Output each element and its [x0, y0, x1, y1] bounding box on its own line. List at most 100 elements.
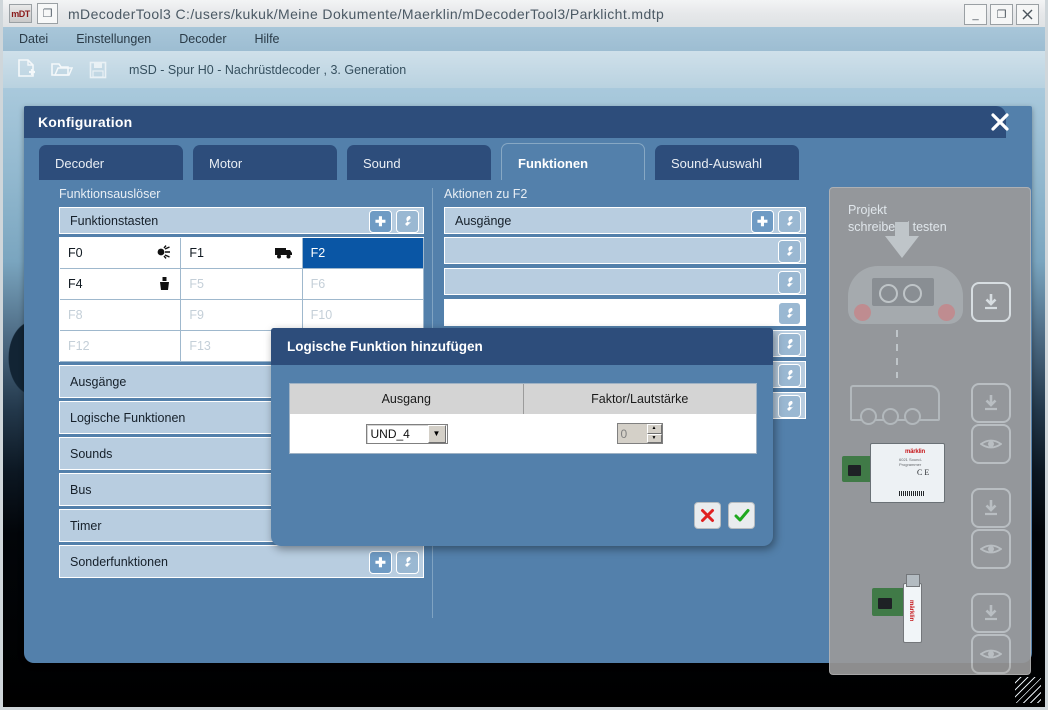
tab-bar: Decoder Motor Sound Funktionen Sound-Aus… [39, 143, 799, 182]
central-station-image [848, 266, 963, 324]
loco-wheel [860, 408, 877, 425]
usb-connector [906, 574, 920, 587]
function-key-label: F0 [68, 246, 83, 260]
title-bar: mDT ❐ mDecoderTool3 C:/users/kukuk/Meine… [3, 0, 1045, 28]
minimize-button[interactable]: _ [964, 4, 987, 25]
tab-label: Funktionen [518, 155, 589, 171]
menu-item-hilfe[interactable]: Hilfe [243, 29, 292, 49]
add-button[interactable]: ✚ [369, 551, 392, 574]
stepper-down-button[interactable]: ▼ [646, 433, 662, 443]
aktionen-row-3[interactable] [444, 268, 806, 295]
usb-brand: märklin [908, 600, 914, 622]
cs-button-left [854, 304, 871, 321]
new-file-button[interactable] [13, 57, 39, 83]
decoder-status-text: mSD - Spur H0 - Nachrüstdecoder , 3. Gen… [129, 62, 407, 77]
cancel-button[interactable] [694, 502, 721, 529]
app-logo-icon: mDT [9, 4, 32, 23]
locomotive-image [850, 385, 940, 425]
write-to-central-station-button[interactable] [971, 282, 1011, 322]
dialog-table: Ausgang Faktor/Lautstärke UND_4 ▼ 0 ▲ ▼ [289, 383, 757, 454]
function-key-label: F1 [189, 246, 204, 260]
download-icon [985, 605, 997, 621]
add-button[interactable]: ✚ [751, 210, 774, 233]
wrench-icon [405, 215, 413, 226]
configure-button[interactable] [778, 395, 801, 418]
check-icon [734, 509, 749, 522]
function-key-f2[interactable]: F2 [302, 238, 424, 269]
save-file-button[interactable] [85, 57, 111, 83]
app-logo-text: mDT [11, 8, 30, 19]
aktionen-row-ausgaenge[interactable]: Ausgänge ✚ [444, 207, 806, 234]
programmer-barcode [899, 491, 925, 496]
tab-decoder[interactable]: Decoder [39, 145, 183, 182]
function-key-label: F9 [189, 308, 204, 322]
ausgang-select[interactable]: UND_4 ▼ [365, 423, 448, 444]
write-to-usb-button[interactable] [971, 593, 1011, 633]
tab-label: Motor [209, 156, 243, 171]
configure-button[interactable] [396, 210, 419, 233]
resize-grip[interactable] [1015, 677, 1041, 703]
stepper-up-button[interactable]: ▲ [646, 424, 662, 434]
configure-button[interactable] [396, 551, 419, 574]
configure-button[interactable] [778, 240, 801, 263]
close-icon [1022, 9, 1033, 20]
new-file-icon [17, 59, 35, 77]
read-programmer-button[interactable] [971, 529, 1011, 569]
tab-label: Decoder [55, 156, 105, 171]
configure-button[interactable] [778, 302, 801, 325]
column-header-ausgang: Ausgang [290, 384, 524, 414]
read-locomotive-button[interactable] [971, 424, 1011, 464]
list-item-sonderfunktionen[interactable]: Sonderfunktionen ✚ [59, 545, 424, 578]
funktionstasten-row[interactable]: Funktionstasten ✚ [59, 207, 424, 234]
row-label: Ausgänge [455, 213, 512, 228]
write-to-programmer-button[interactable] [971, 488, 1011, 528]
restore-window-button[interactable]: ❐ [37, 3, 58, 24]
function-key-f9[interactable]: F9 [181, 300, 303, 331]
function-key-f6[interactable]: F6 [302, 269, 424, 300]
tab-sound-auswahl[interactable]: Sound-Auswahl [655, 145, 799, 182]
faktor-stepper[interactable]: 0 ▲ ▼ [616, 423, 663, 444]
function-key-f8[interactable]: F8 [60, 300, 182, 331]
maximize-button[interactable]: ❐ [990, 4, 1013, 25]
aktionen-row-2[interactable] [444, 237, 806, 264]
function-key-label: F13 [189, 339, 211, 353]
programmer-sub: 6021 Sound-Programmer [899, 457, 922, 467]
configure-button[interactable] [778, 364, 801, 387]
menu-item-decoder[interactable]: Decoder [167, 29, 238, 49]
download-icon [985, 500, 997, 516]
chevron-down-icon[interactable]: ▼ [427, 424, 446, 443]
configure-button[interactable] [778, 210, 801, 233]
close-button[interactable] [1016, 4, 1039, 25]
tab-label: Sound [363, 156, 401, 171]
desktop-background: Konfiguration Decoder Motor Sound Funkti… [3, 88, 1045, 707]
connection-dashline [896, 330, 898, 378]
function-key-f0[interactable]: F0 [60, 238, 182, 269]
tab-funktionen[interactable]: Funktionen [501, 143, 645, 182]
add-button[interactable]: ✚ [369, 210, 392, 233]
open-file-button[interactable] [49, 57, 75, 83]
tab-sound[interactable]: Sound [347, 145, 491, 182]
function-key-f5[interactable]: F5 [181, 269, 303, 300]
download-arrow-icon [885, 236, 919, 258]
function-key-label: F6 [310, 277, 326, 291]
write-to-locomotive-button[interactable] [971, 383, 1011, 423]
tab-motor[interactable]: Motor [193, 145, 337, 182]
menu-item-datei[interactable]: Datei [7, 29, 60, 49]
row-label: Sonderfunktionen [70, 554, 168, 569]
function-key-f4[interactable]: F4 [60, 269, 182, 300]
function-key-f12[interactable]: F12 [60, 331, 182, 362]
eye-icon [980, 649, 1002, 659]
confirm-button[interactable] [728, 502, 755, 529]
function-key-f10[interactable]: F10 [302, 300, 424, 331]
funktionsausloeser-caption: Funktionsauslöser [59, 187, 161, 201]
konfiguration-close-button[interactable] [980, 106, 1020, 138]
aktionen-row-4[interactable] [444, 299, 806, 326]
column-header-faktor: Faktor/Lautstärke [591, 392, 689, 406]
menu-item-einstellungen[interactable]: Einstellungen [64, 29, 163, 49]
configure-button[interactable] [778, 271, 801, 294]
row-buttons [778, 364, 801, 387]
function-key-label: F5 [189, 277, 204, 291]
read-usb-button[interactable] [971, 634, 1011, 674]
configure-button[interactable] [778, 333, 801, 356]
function-key-f1[interactable]: F1 [181, 238, 303, 269]
